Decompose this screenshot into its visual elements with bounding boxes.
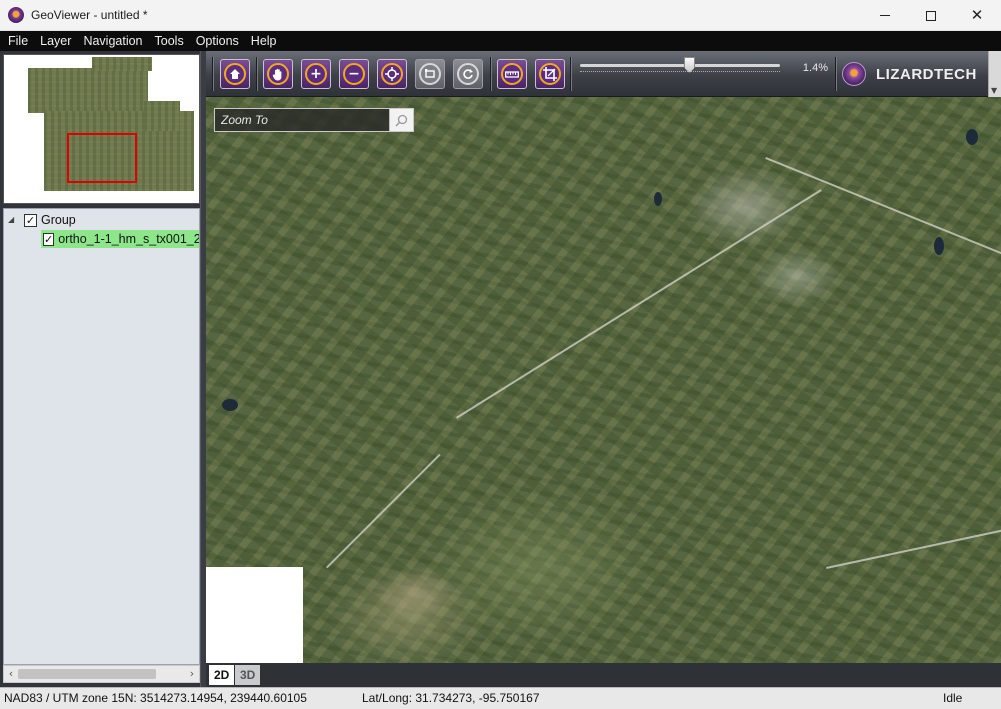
rotate-right-button[interactable] (453, 59, 483, 89)
map-road (826, 525, 1001, 569)
minimize-icon (880, 15, 890, 16)
tree-layer-row[interactable]: ✓ ortho_1-1_hm_s_tx001_20 (41, 230, 199, 248)
locate-button[interactable] (377, 59, 407, 89)
rotate-left-button[interactable] (415, 59, 445, 89)
rotate-right-icon (457, 63, 479, 85)
overview-viewport-box[interactable] (67, 133, 137, 183)
map-pond (222, 399, 238, 411)
zoom-in-icon: + (305, 63, 327, 85)
menu-options[interactable]: Options (190, 31, 245, 51)
toolbar-separator (490, 57, 492, 91)
minimize-button[interactable] (862, 0, 908, 31)
layer-label: ortho_1-1_hm_s_tx001_20 (58, 232, 199, 246)
home-icon (224, 63, 246, 85)
tree-horizontal-scrollbar[interactable]: ‹ › (3, 665, 200, 683)
menu-help[interactable]: Help (245, 31, 283, 51)
tree-group-row[interactable]: ◢ ✓ Group (8, 211, 76, 229)
map-pond (654, 192, 662, 206)
locate-icon (381, 63, 403, 85)
map-road (326, 453, 441, 569)
zoom-slider-ticks (580, 71, 780, 74)
toolbar-overflow-scroll[interactable]: ▼ (988, 51, 1001, 97)
status-bar: NAD83 / UTM zone 15N: 3514273.14954, 239… (0, 687, 1001, 709)
unloaded-tile-area (206, 567, 303, 663)
menu-navigation[interactable]: Navigation (77, 31, 148, 51)
map-view[interactable] (206, 97, 1001, 663)
tab-3d[interactable]: 3D (235, 665, 261, 685)
group-checkbox[interactable]: ✓ (24, 213, 37, 227)
scroll-right-icon[interactable]: › (186, 667, 198, 681)
tab-2d[interactable]: 2D (209, 665, 235, 685)
measure-button[interactable] (497, 59, 527, 89)
chevron-down-icon: ▼ (991, 86, 998, 95)
overview-imagery (92, 57, 152, 71)
crop-icon (539, 63, 561, 85)
scroll-left-icon[interactable]: ‹ (5, 667, 17, 681)
toolbar-separator (835, 57, 837, 91)
close-button[interactable]: ✕ (954, 0, 1000, 31)
map-pond (934, 237, 944, 255)
overview-map[interactable] (3, 54, 200, 204)
menu-tools[interactable]: Tools (149, 31, 190, 51)
layer-checkbox[interactable]: ✓ (43, 232, 55, 246)
brand-name: LIZARDTECH (876, 65, 977, 83)
scrollbar-thumb[interactable] (18, 669, 156, 679)
window-title: GeoViewer - untitled * (31, 8, 148, 22)
layer-tree: ◢ ✓ Group ✓ ortho_1-1_hm_s_tx001_20 (3, 208, 200, 665)
status-latlong: Lat/Long: 31.734273, -95.750167 (362, 691, 540, 705)
maximize-icon (926, 10, 936, 21)
toolbar-separator (256, 57, 258, 91)
menu-layer[interactable]: Layer (34, 31, 77, 51)
rotate-left-icon (419, 63, 441, 85)
zoom-out-button[interactable]: − (339, 59, 369, 89)
zoom-out-icon: − (343, 63, 365, 85)
menu-file[interactable]: File (2, 31, 34, 51)
map-road (765, 157, 1001, 257)
overview-imagery (28, 68, 148, 113)
pan-button[interactable] (263, 59, 293, 89)
home-button[interactable] (220, 59, 250, 89)
map-road (456, 189, 822, 419)
zoom-to-input[interactable] (215, 109, 391, 131)
maximize-button[interactable] (908, 0, 954, 31)
overview-imagery (144, 101, 180, 131)
collapse-triangle-icon[interactable]: ◢ (8, 215, 18, 225)
zoom-in-button[interactable]: + (301, 59, 331, 89)
zoom-to-box (214, 108, 414, 132)
search-icon (395, 114, 408, 127)
status-state: Idle (943, 691, 963, 705)
status-projection: NAD83 / UTM zone 15N: 3514273.14954, 239… (4, 691, 307, 705)
title-bar: GeoViewer - untitled * ✕ (0, 0, 1001, 31)
lizardtech-logo: LIZARDTECH (842, 58, 977, 90)
left-panel: ◢ ✓ Group ✓ ortho_1-1_hm_s_tx001_20 ‹ › (0, 51, 205, 687)
group-label: Group (41, 213, 76, 227)
geoviewer-app-icon (8, 7, 24, 23)
crop-button[interactable] (535, 59, 565, 89)
zoom-slider-track[interactable] (580, 64, 780, 67)
pan-icon (267, 63, 289, 85)
zoom-percent-readout: 1.4% (802, 62, 828, 74)
toolbar-separator (212, 57, 214, 91)
close-icon: ✕ (970, 6, 984, 24)
measure-icon (501, 63, 523, 85)
map-pond (966, 129, 978, 145)
menu-bar: File Layer Navigation Tools Options Help (0, 31, 1001, 51)
toolbar-separator (570, 57, 572, 91)
view-mode-tabs: 2D 3D (206, 663, 1001, 687)
zoom-to-search-button[interactable] (389, 109, 413, 131)
lizardtech-logo-icon (842, 62, 866, 86)
